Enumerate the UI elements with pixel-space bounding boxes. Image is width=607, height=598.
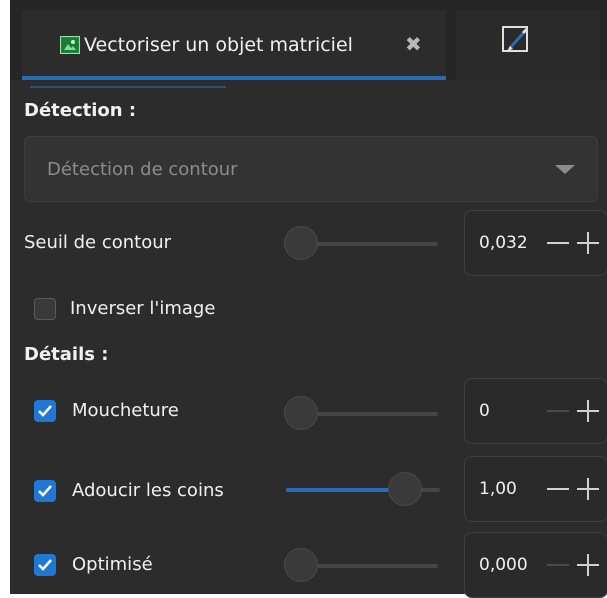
- check-icon: [38, 405, 52, 417]
- smooth-corners-slider[interactable]: [286, 472, 440, 508]
- active-tab-indicator-secondary: [30, 86, 226, 88]
- decrement-button[interactable]: [545, 551, 573, 579]
- plus-icon-vertical: [587, 478, 589, 500]
- threshold-label: Seuil de contour: [24, 232, 172, 253]
- minus-icon: [547, 410, 569, 412]
- active-tab-indicator: [22, 76, 446, 80]
- tab-trace-bitmap[interactable]: Vectoriser un objet matriciel ✖: [22, 10, 446, 88]
- check-icon: [38, 559, 52, 571]
- speckles-slider[interactable]: [284, 396, 438, 432]
- detection-section-title: Détection :: [24, 100, 137, 121]
- minus-icon: [547, 242, 569, 244]
- increment-button[interactable]: [575, 475, 603, 503]
- invert-label: Inverser l'image: [70, 298, 216, 319]
- image-icon: [60, 36, 80, 54]
- increment-button[interactable]: [575, 551, 603, 579]
- brush-icon: [502, 26, 529, 52]
- speckles-checkbox[interactable]: [34, 400, 56, 422]
- decrement-button[interactable]: [545, 397, 573, 425]
- smooth-corners-checkbox[interactable]: [34, 480, 56, 502]
- slider-handle[interactable]: [388, 472, 422, 506]
- plus-icon-vertical: [587, 232, 589, 254]
- smooth-corners-value: 1,00: [479, 479, 517, 499]
- minus-icon: [547, 488, 569, 490]
- decrement-button[interactable]: [545, 229, 573, 257]
- speckles-value: 0: [479, 401, 490, 421]
- smooth-corners-label: Adoucir les coins: [72, 480, 224, 501]
- speckles-spinbox[interactable]: 0: [464, 378, 607, 444]
- slider-handle[interactable]: [284, 396, 318, 430]
- slider-handle[interactable]: [284, 548, 318, 582]
- optimize-spinbox[interactable]: 0,000: [464, 532, 607, 598]
- smooth-corners-spinbox[interactable]: 1,00: [464, 456, 607, 522]
- detection-method-value: Détection de contour: [47, 159, 238, 180]
- threshold-value: 0,032: [479, 233, 528, 253]
- tab-fill-stroke[interactable]: [456, 10, 600, 80]
- threshold-slider[interactable]: [284, 226, 438, 262]
- chevron-down-icon: [555, 165, 575, 174]
- trace-bitmap-panel: Vectoriser un objet matriciel ✖ Détectio…: [10, 0, 607, 598]
- plus-icon-vertical: [587, 400, 589, 422]
- detection-method-dropdown[interactable]: Détection de contour: [24, 136, 598, 202]
- minus-icon: [547, 564, 569, 566]
- speckles-label: Moucheture: [72, 400, 179, 421]
- tab-bar: Vectoriser un objet matriciel ✖: [10, 0, 607, 88]
- decrement-button[interactable]: [545, 475, 573, 503]
- optimize-checkbox[interactable]: [34, 554, 56, 576]
- threshold-spinbox[interactable]: 0,032: [464, 210, 607, 276]
- optimize-value: 0,000: [479, 555, 528, 575]
- close-icon[interactable]: ✖: [405, 32, 422, 56]
- check-icon: [38, 485, 52, 497]
- optimize-slider[interactable]: [284, 548, 438, 584]
- slider-fill: [286, 488, 404, 492]
- tab-label: Vectoriser un objet matriciel: [84, 34, 353, 56]
- increment-button[interactable]: [575, 229, 603, 257]
- increment-button[interactable]: [575, 397, 603, 425]
- plus-icon-vertical: [587, 554, 589, 576]
- slider-handle[interactable]: [284, 226, 318, 260]
- invert-checkbox[interactable]: [34, 298, 56, 320]
- optimize-label: Optimisé: [72, 554, 153, 575]
- details-section-title: Détails :: [24, 344, 109, 365]
